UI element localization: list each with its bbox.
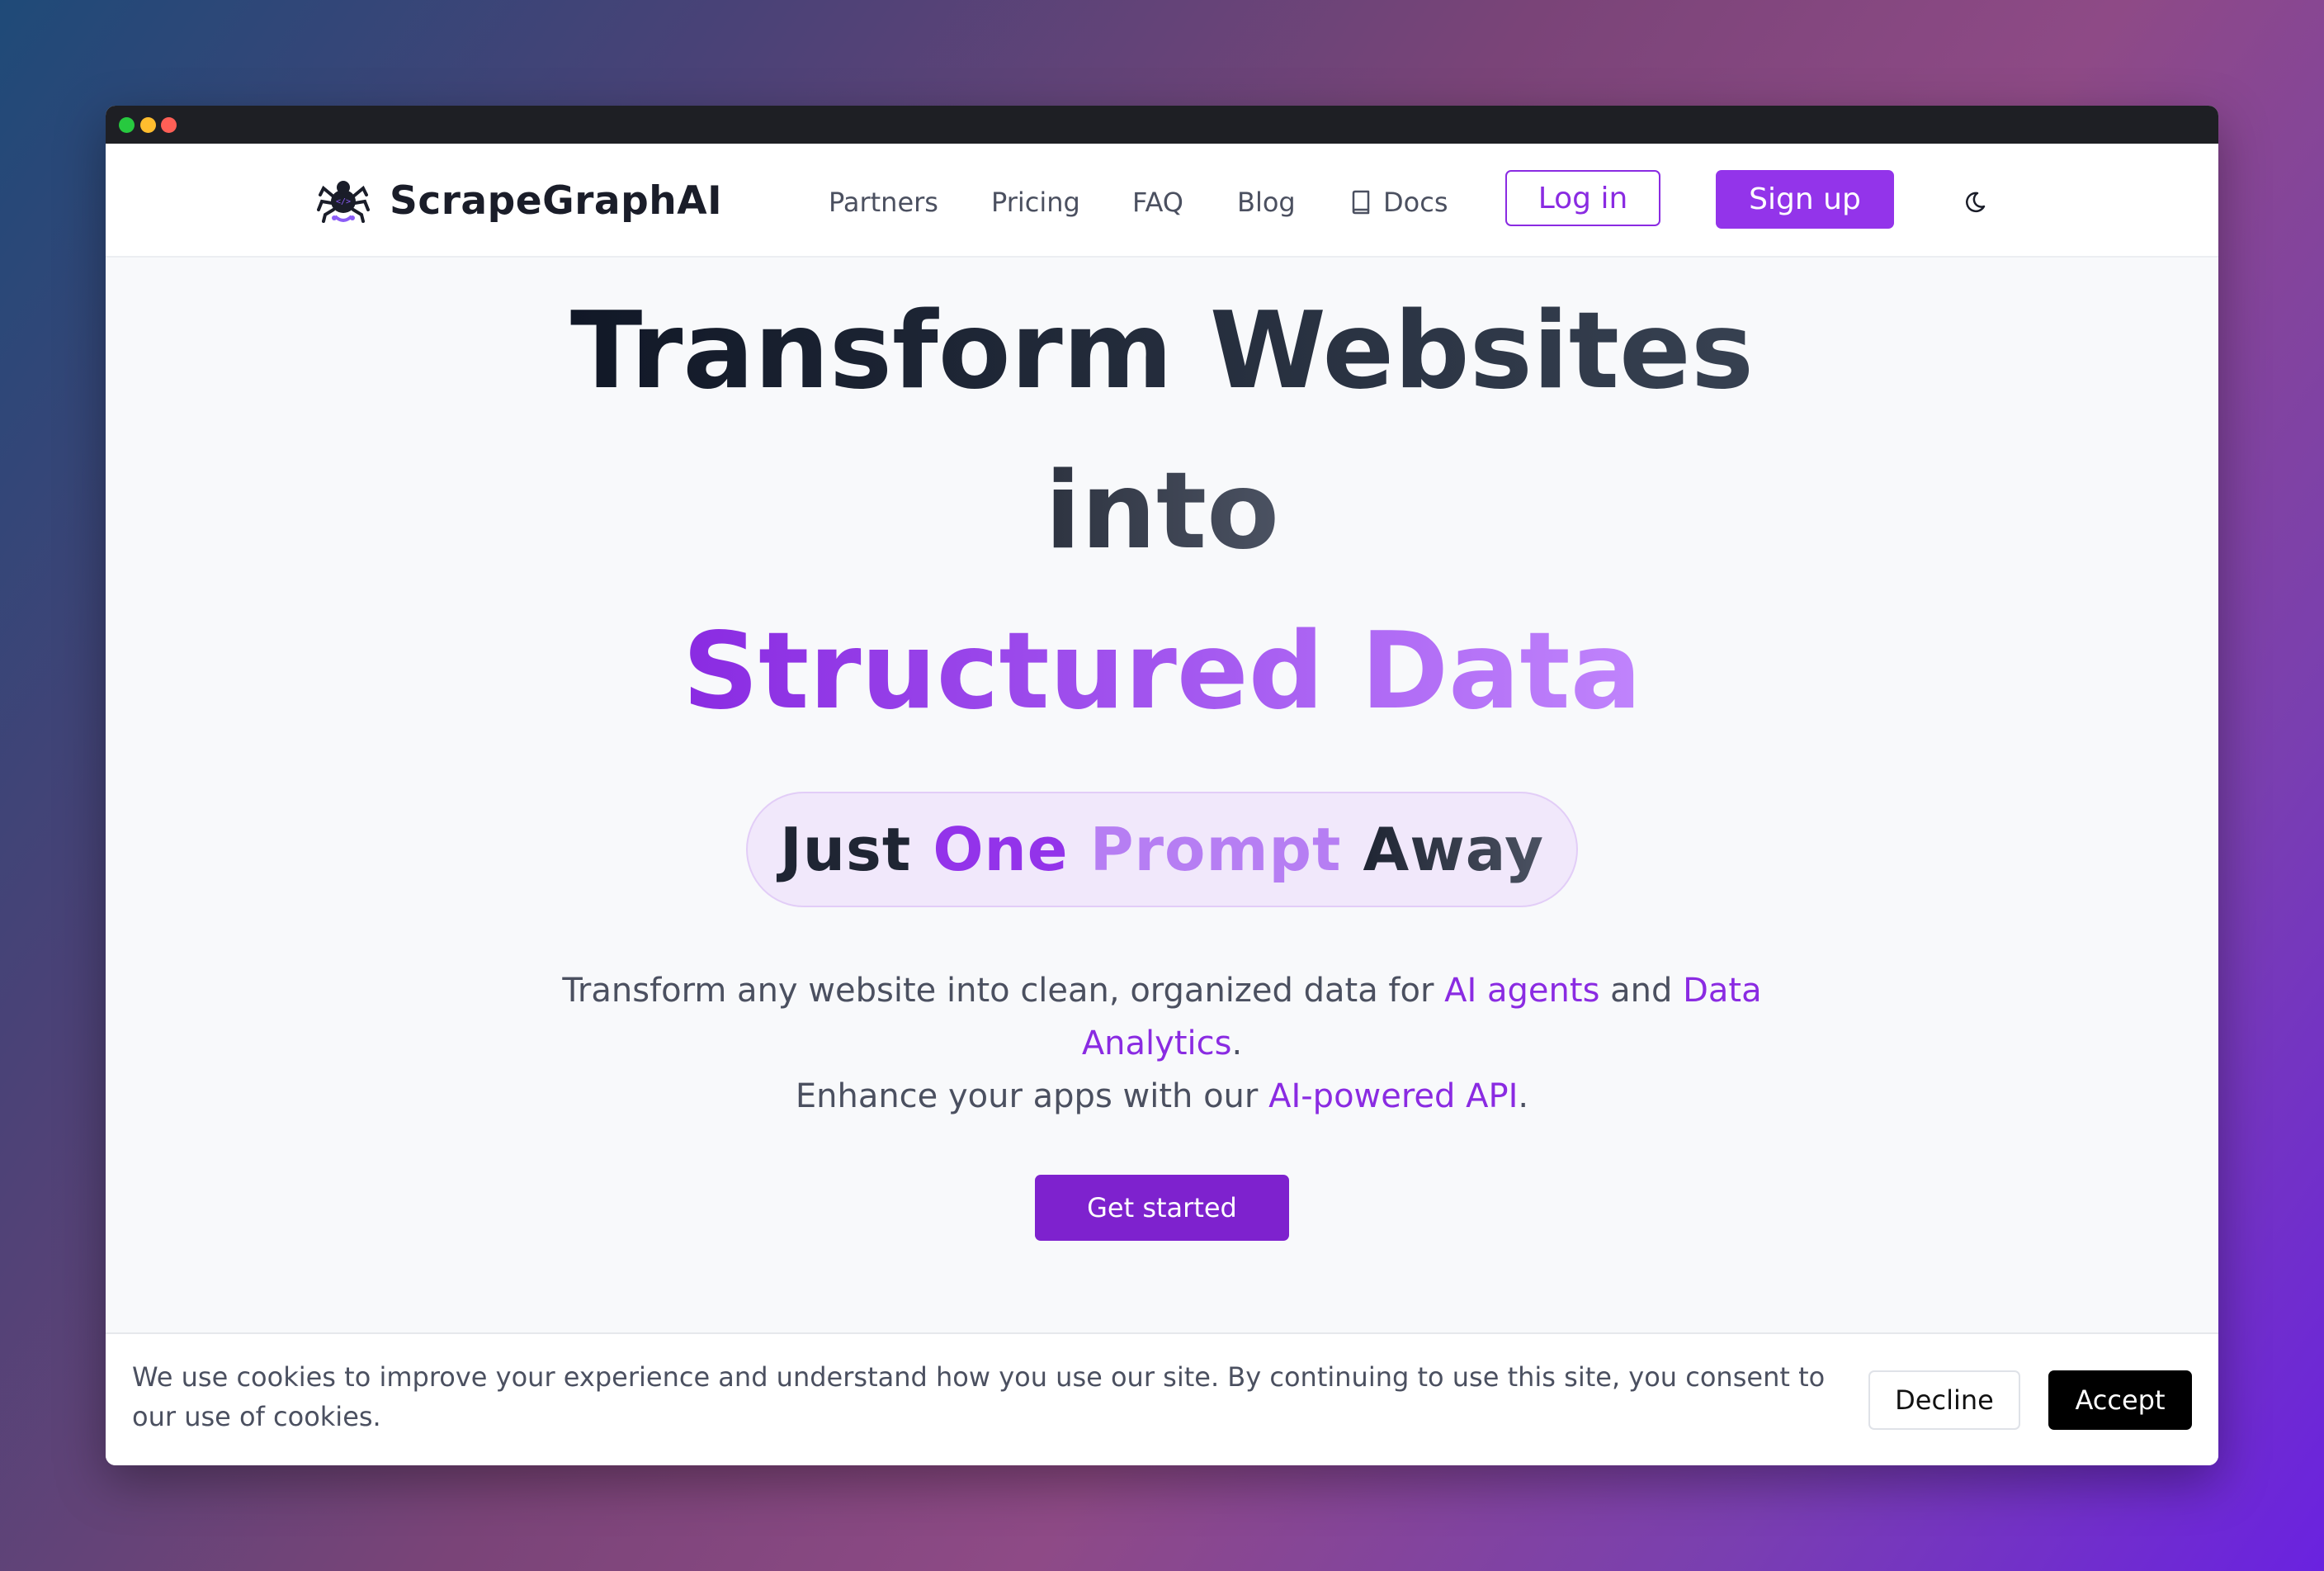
window-titlebar xyxy=(106,106,2218,144)
hero-title-line2: into xyxy=(106,459,2218,565)
hero-title-line3: Structured Data xyxy=(106,619,2218,725)
decline-cookies-button[interactable]: Decline xyxy=(1868,1370,2020,1430)
hero-title-line2-text: into xyxy=(1044,450,1280,573)
window-red-button[interactable] xyxy=(161,117,177,133)
hero-title-line1: Transform Websites xyxy=(106,299,2218,405)
cookie-text: We use cookies to improve your experienc… xyxy=(132,1361,1826,1432)
signup-button[interactable]: Sign up xyxy=(1716,170,1894,229)
desc-link-api: AI-powered API xyxy=(1268,1077,1519,1115)
book-icon xyxy=(1352,190,1370,215)
site-navbar: </> ScrapeGraphAI Partners Pricing FAQ B… xyxy=(106,144,2218,258)
hero-description-line1: Transform any website into clean, organi… xyxy=(106,964,2218,1017)
hero-description-line2: Analytics. xyxy=(106,1017,2218,1070)
desc-link-analytics: Analytics xyxy=(1081,1024,1232,1062)
login-button[interactable]: Log in xyxy=(1505,170,1660,226)
nav-link-pricing[interactable]: Pricing xyxy=(991,187,1080,218)
tagline-away: Away xyxy=(1363,815,1545,884)
desc-text: . xyxy=(1231,1024,1243,1062)
get-started-button[interactable]: Get started xyxy=(1035,1175,1289,1241)
browser-window: </> ScrapeGraphAI Partners Pricing FAQ B… xyxy=(106,106,2218,1465)
cookie-banner: We use cookies to improve your experienc… xyxy=(106,1332,2218,1465)
nav-link-docs-label: Docs xyxy=(1383,187,1448,218)
desc-text: Transform any website into clean, organi… xyxy=(562,972,1445,1010)
desc-link-ai-agents: AI agents xyxy=(1444,972,1600,1010)
nav-link-faq[interactable]: FAQ xyxy=(1132,187,1183,218)
desc-link-data: Data xyxy=(1683,972,1762,1010)
svg-text:</>: </> xyxy=(336,197,351,206)
hero-description-line3: Enhance your apps with our AI-powered AP… xyxy=(106,1070,2218,1123)
hero-title-highlight: Structured Data xyxy=(682,610,1642,733)
tagline-prompt: Prompt xyxy=(1089,815,1363,884)
nav-link-partners[interactable]: Partners xyxy=(829,187,938,218)
tagline-one: One xyxy=(933,815,1090,884)
brand-link[interactable]: </> ScrapeGraphAI xyxy=(317,177,722,225)
tagline-just: Just xyxy=(779,815,933,884)
desc-text: . xyxy=(1518,1077,1529,1115)
desc-text: Enhance your apps with our xyxy=(795,1077,1269,1115)
moon-icon[interactable] xyxy=(1963,185,1992,215)
hero-description: Transform any website into clean, organi… xyxy=(106,964,2218,1123)
spider-logo-icon: </> xyxy=(317,181,370,223)
tagline-pill: Just One Prompt Away xyxy=(746,792,1578,907)
window-yellow-button[interactable] xyxy=(140,117,156,133)
window-green-button[interactable] xyxy=(119,117,135,133)
accept-cookies-button[interactable]: Accept xyxy=(2048,1370,2192,1430)
nav-link-docs[interactable]: Docs xyxy=(1350,187,1448,218)
nav-link-blog[interactable]: Blog xyxy=(1237,187,1296,218)
hero-title-line1-text: Transform Websites xyxy=(569,290,1755,413)
brand-name: ScrapeGraphAI xyxy=(390,177,723,224)
desc-text: and xyxy=(1599,972,1684,1010)
